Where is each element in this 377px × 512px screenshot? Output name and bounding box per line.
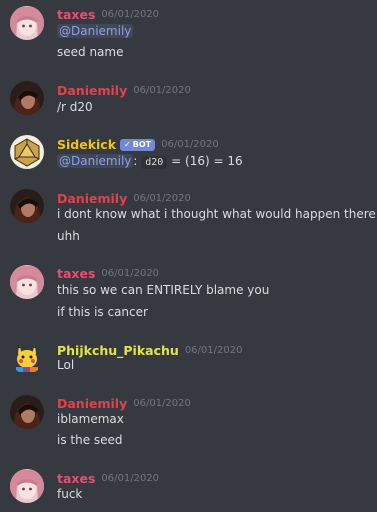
author-name[interactable]: Daniemily: [57, 191, 127, 206]
anime-girl-avatar[interactable]: [10, 469, 44, 503]
colon-text: :: [133, 154, 138, 168]
message-text: seed name: [57, 45, 124, 59]
dark-portrait-avatar[interactable]: [10, 395, 44, 429]
author-name[interactable]: Daniemily: [57, 396, 127, 411]
message-timestamp: 06/01/2020: [184, 345, 243, 356]
message-text: this so we can ENTIRELY blame you: [57, 283, 270, 297]
user-mention[interactable]: @Daniemily: [57, 154, 134, 168]
message-text: is the seed: [57, 433, 123, 447]
bot-tag: ✓ BOT: [120, 138, 156, 151]
message-timestamp: 06/01/2020: [101, 268, 160, 279]
d20-dice-avatar[interactable]: [10, 135, 44, 169]
message-text: uhh: [57, 229, 80, 243]
roll-result: = (16) = 16: [171, 154, 243, 168]
user-mention[interactable]: @Daniemily: [57, 24, 134, 38]
inline-code: d20: [141, 156, 168, 169]
dark-portrait-avatar[interactable]: [10, 81, 44, 115]
message-text: if this is cancer: [57, 305, 148, 319]
message-timestamp: 06/01/2020: [161, 139, 219, 150]
message-text: /r d20: [57, 100, 93, 114]
pikachu-avatar[interactable]: [10, 340, 44, 374]
author-name[interactable]: Daniemily: [57, 83, 127, 98]
message-text: @Daniemily: d20 = (16) = 16: [57, 152, 243, 170]
message-text: Lol: [57, 358, 75, 372]
message-timestamp: 06/01/2020: [101, 473, 160, 484]
anime-girl-avatar[interactable]: [10, 265, 44, 299]
verified-check-icon: ✓: [124, 139, 131, 149]
dark-portrait-avatar[interactable]: [10, 189, 44, 223]
message-timestamp: 06/01/2020: [133, 193, 191, 204]
message-text: i dont know what i thought what would ha…: [57, 207, 376, 221]
bot-tag-label: BOT: [132, 139, 152, 149]
author-name[interactable]: taxes: [57, 7, 95, 22]
message-timestamp: 06/01/2020: [101, 9, 160, 20]
author-name[interactable]: taxes: [57, 471, 95, 486]
anime-girl-avatar[interactable]: [10, 6, 44, 40]
author-name[interactable]: taxes: [57, 266, 95, 281]
message-text: @Daniemily: [57, 22, 134, 40]
message-text: fuck: [57, 487, 83, 501]
author-name[interactable]: Phijkchu_Pikachu: [57, 343, 179, 358]
author-name[interactable]: Sidekick: [57, 137, 116, 152]
message-text: iblamemax: [57, 412, 124, 426]
message-timestamp: 06/01/2020: [133, 85, 191, 96]
chat-message-list: taxes 06/01/2020 @Daniemily seed name Dan…: [0, 0, 377, 512]
message-timestamp: 06/01/2020: [133, 398, 191, 409]
